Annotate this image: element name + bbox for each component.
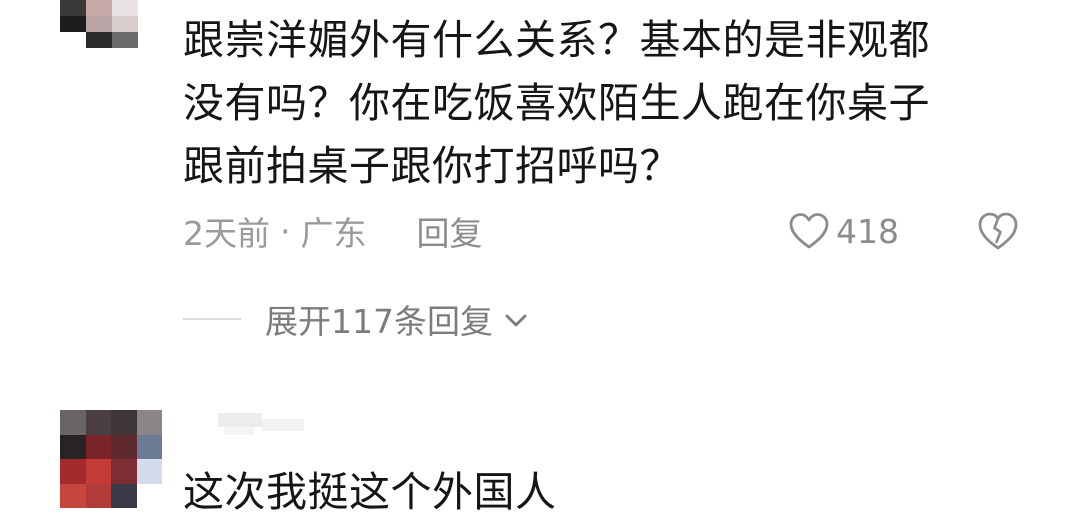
blurred-username <box>218 413 304 439</box>
comment-location: 广东 <box>300 214 367 253</box>
like-button[interactable]: 418 <box>788 207 899 255</box>
comment-time: 2天前 <box>183 214 270 253</box>
reply-button[interactable]: 回复 <box>417 207 483 255</box>
comment-text-line: 没有吗？你在吃饭喜欢陌生人跑在你桌子 <box>183 79 930 127</box>
expand-replies-button[interactable]: 展开117条回复 <box>265 295 531 343</box>
comment-text[interactable]: 这次我挺这个外国人 <box>183 461 557 524</box>
comment-text-line: 跟前拍桌子跟你打招呼吗？ <box>183 142 681 190</box>
comment-text[interactable]: 跟崇洋媚外有什么关系？基本的是非观都 没有吗？你在吃饭喜欢陌生人跑在你桌子 跟前… <box>183 9 930 198</box>
chevron-down-icon <box>505 314 527 327</box>
comment-text-line: 这次我挺这个外国人 <box>183 468 557 516</box>
dislike-button[interactable] <box>976 209 1020 253</box>
expand-replies-label: 展开117条回复 <box>265 302 493 341</box>
comment-meta: 2天前 · 广东 回复 <box>183 207 483 255</box>
heart-outline-icon <box>789 213 829 249</box>
commenter-avatar[interactable] <box>60 0 164 64</box>
expand-replies-row: 展开117条回复 <box>183 295 531 343</box>
broken-heart-icon <box>978 212 1018 250</box>
commenter-avatar[interactable] <box>60 410 162 508</box>
meta-separator: · <box>280 211 291 251</box>
comment-text-line: 跟崇洋媚外有什么关系？基本的是非观都 <box>183 16 930 64</box>
like-count: 418 <box>836 211 899 251</box>
divider-line <box>183 318 241 320</box>
